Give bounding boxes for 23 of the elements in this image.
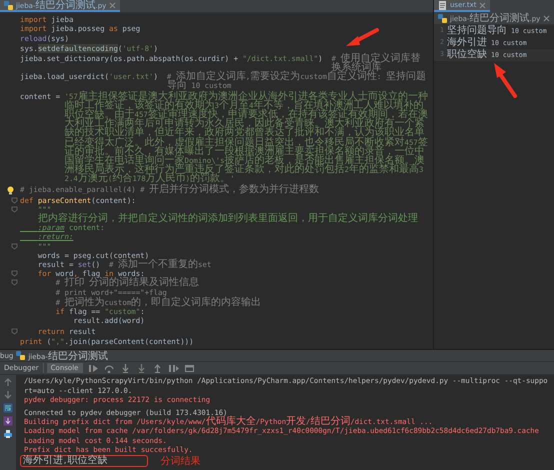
annotation-arrow <box>492 62 518 98</box>
annotation-arrow <box>345 28 379 48</box>
close-icon <box>479 2 486 8</box>
soft-wrap-icon <box>3 403 13 414</box>
frames-icon <box>185 364 196 373</box>
close-icon <box>543 14 550 22</box>
python-file-icon <box>4 0 13 10</box>
step-into-icon <box>121 364 132 373</box>
step-into-icon <box>137 364 148 373</box>
run-to-cursor-icon <box>169 364 180 373</box>
text-file-icon <box>438 0 447 10</box>
python-icon <box>16 351 26 360</box>
resume-icon <box>89 364 100 373</box>
print-icon <box>3 429 13 440</box>
down-arrow-icon <box>3 390 13 400</box>
close-icon <box>109 2 116 8</box>
step-over-icon <box>105 364 116 373</box>
python-file-icon <box>438 14 447 22</box>
step-out-icon <box>153 364 164 373</box>
scroll-to-end-icon <box>3 416 13 426</box>
up-arrow-icon <box>3 377 13 388</box>
code-docstring: 把内容进行分词，并把自定义词性的词添加到列表里面返回，用于自定义词库分词处理 <box>36 214 418 224</box>
annotation-label: 分词结果 <box>160 454 200 468</box>
